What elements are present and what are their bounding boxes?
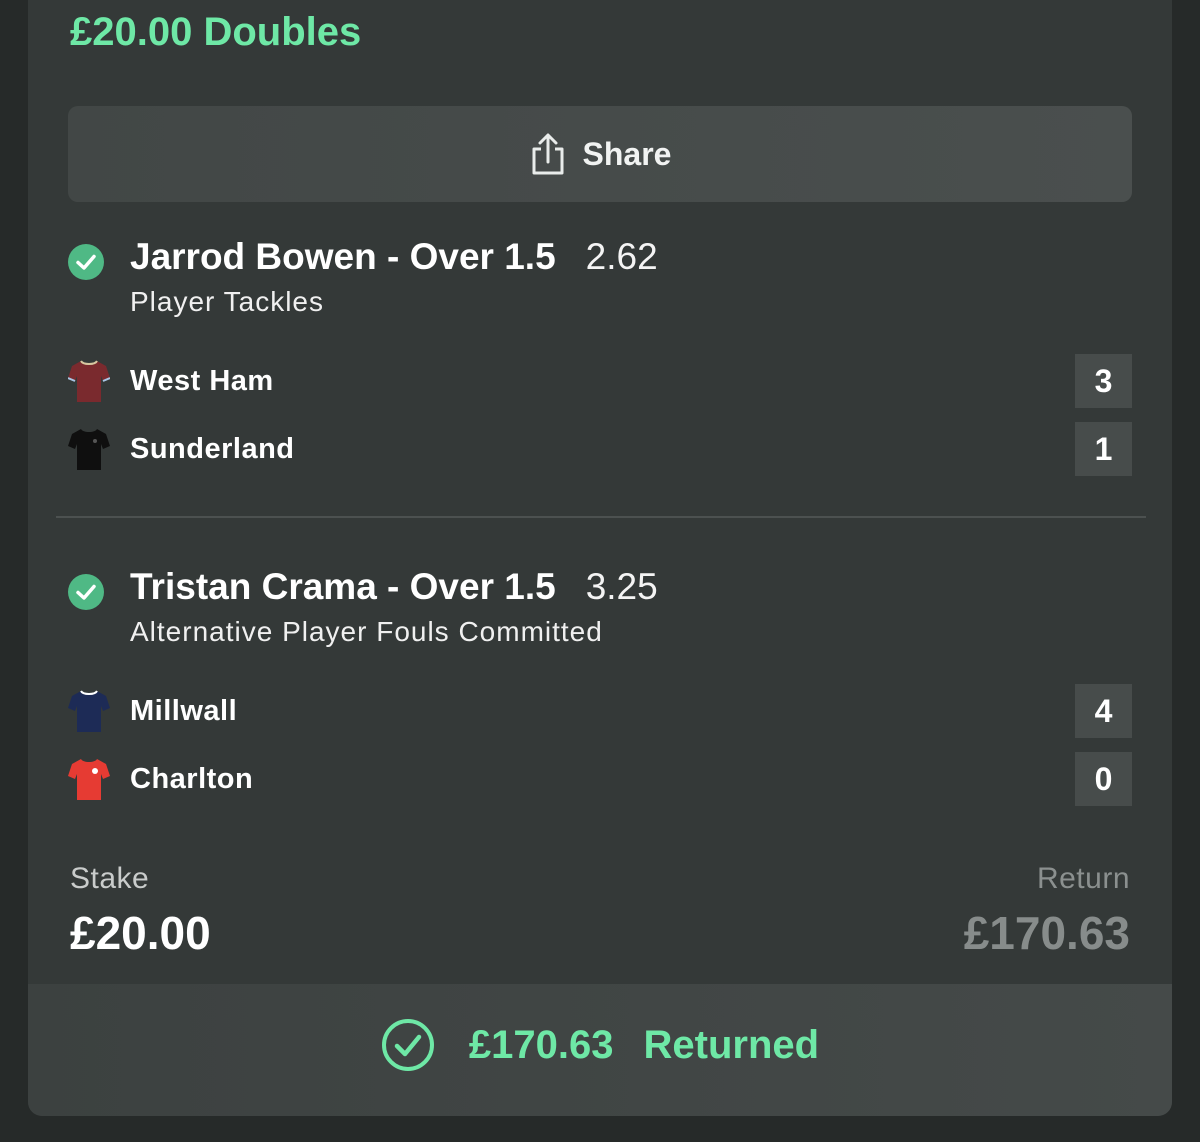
stake-label: Stake (70, 862, 150, 895)
share-button[interactable]: Share (68, 106, 1132, 202)
team-score: 0 (1075, 752, 1132, 806)
stake-value: £20.00 (70, 907, 211, 959)
check-circle-icon (68, 574, 104, 610)
share-icon (532, 133, 564, 175)
red-shirt-icon (68, 759, 110, 800)
selection-divider (56, 516, 1146, 518)
navy-shirt-icon (68, 690, 110, 732)
team-score: 3 (1075, 354, 1132, 408)
team-row: Sunderland 1 (68, 422, 1132, 476)
share-label: Share (582, 135, 672, 172)
returned-status-bar: £170.63 Returned (28, 984, 1172, 1116)
selection-name: Tristan Crama - Over 1.5 (130, 566, 556, 607)
claret-shirt-icon (68, 360, 110, 402)
black-shirt-icon (68, 429, 110, 470)
team-score: 1 (1075, 422, 1132, 476)
returned-label: Returned (643, 1022, 820, 1067)
selection-odds: 2.62 (585, 236, 658, 277)
team-row: Charlton 0 (68, 752, 1132, 806)
team-name: Millwall (130, 694, 238, 727)
selection-odds: 3.25 (585, 566, 658, 607)
check-circle-icon (68, 244, 104, 280)
returned-amount: £170.63 (468, 1022, 614, 1067)
team-row: Millwall 4 (68, 684, 1132, 738)
selection-market: Alternative Player Fouls Committed (130, 616, 603, 647)
selection-market: Player Tackles (130, 286, 325, 317)
bet-title: £20.00 Doubles (70, 10, 362, 54)
team-score: 4 (1075, 684, 1132, 738)
team-name: Sunderland (130, 432, 295, 465)
team-name: Charlton (130, 762, 254, 795)
team-name: West Ham (130, 364, 274, 397)
bet-card: £20.00 Doubles Share Jarrod Bowen - Over… (28, 0, 1172, 1116)
check-circle-outline-icon (381, 1019, 434, 1071)
return-label: Return (1036, 862, 1130, 895)
return-value: £170.63 (963, 907, 1130, 959)
team-row: West Ham 3 (68, 354, 1132, 408)
selection-name: Jarrod Bowen - Over 1.5 (130, 236, 556, 277)
